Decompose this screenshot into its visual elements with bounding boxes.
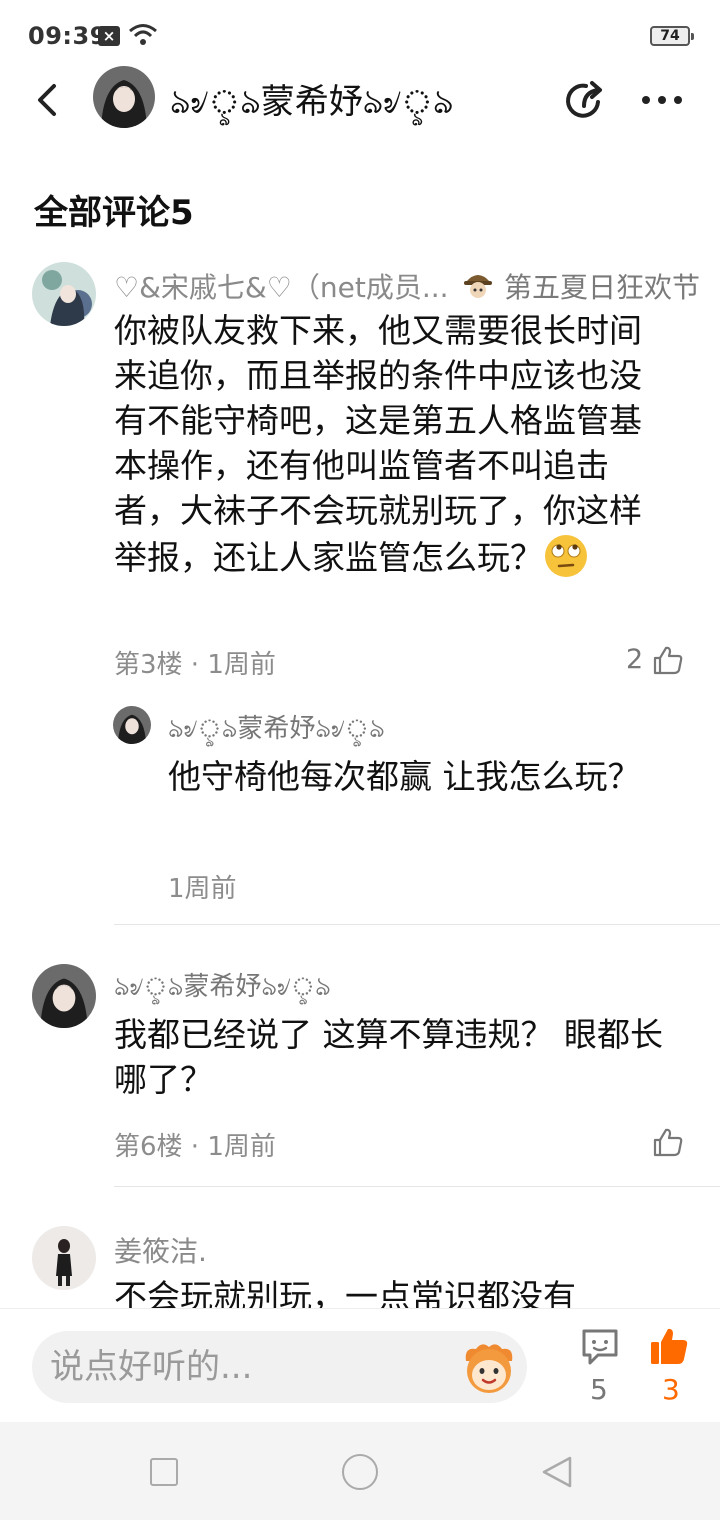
home-icon[interactable]	[342, 1454, 378, 1490]
more-icon[interactable]	[638, 82, 686, 118]
avatar[interactable]	[113, 706, 151, 744]
battery-icon: 74	[650, 26, 694, 46]
comment-text: 不会玩就别玩，一点常识都没有	[114, 1277, 576, 1308]
back-icon[interactable]	[30, 80, 66, 120]
system-nav-bar	[0, 1422, 720, 1520]
wifi-icon	[129, 24, 157, 45]
badge-icon	[464, 275, 492, 298]
comment-username[interactable]: ঌ৶ৢঌ蒙希妤ঌ৶ৢঌ	[114, 966, 331, 1010]
header: ঌ৶ৢঌ蒙希妤ঌ৶ৢঌ	[0, 60, 720, 140]
status-time: 09:39	[28, 22, 107, 50]
avatar[interactable]	[32, 964, 96, 1028]
header-username[interactable]: ঌ৶ৢঌ蒙希妤ঌ৶ৢঌ	[170, 74, 453, 133]
like-icon[interactable]	[652, 1126, 684, 1158]
like-count: 2	[626, 644, 644, 675]
comment-meta: 第3楼 · 1周前	[114, 650, 276, 680]
comment-text: 我都已经说了 这算不算违规？ 眼都长哪了？	[114, 1015, 663, 1099]
like-icon[interactable]	[652, 644, 684, 676]
notification-icon: ×	[98, 26, 120, 46]
section-title: 全部评论5	[34, 193, 194, 233]
avatar[interactable]	[32, 1226, 96, 1290]
comment-input[interactable]	[32, 1331, 527, 1403]
comment-text: 你被队友救下来，他又需要很长时间来追你，而且举报的条件中应该也没有不能守椅吧，这…	[114, 311, 642, 577]
divider	[114, 1186, 720, 1187]
like-count: 3	[662, 1373, 680, 1406]
divider	[114, 924, 720, 925]
share-icon[interactable]	[562, 78, 606, 122]
comment-count: 5	[590, 1373, 608, 1406]
back-nav-icon[interactable]	[540, 1454, 574, 1490]
like-filled-icon[interactable]	[648, 1325, 690, 1367]
eye-roll-emoji-icon	[545, 535, 587, 577]
comment-icon[interactable]	[578, 1325, 622, 1369]
comment-bar: 5 3	[0, 1308, 720, 1422]
reply-username[interactable]: ঌ৶ৢঌ蒙希妤ঌ৶ৢঌ	[168, 708, 385, 752]
emoji-icon[interactable]	[460, 1339, 518, 1397]
avatar[interactable]	[93, 66, 155, 128]
recent-apps-icon[interactable]	[150, 1458, 178, 1486]
event-badge[interactable]: 第五夏日狂欢节	[504, 266, 700, 306]
comment-username[interactable]: ♡&宋戚七&♡（net成员...	[114, 266, 449, 306]
avatar[interactable]	[32, 262, 96, 326]
reply-text: 他守椅他每次都赢 让我怎么玩？	[168, 757, 641, 796]
comment-meta: 第6楼 · 1周前	[114, 1132, 276, 1162]
reply-meta: 1周前	[168, 874, 237, 904]
comment-username[interactable]: 姜筱洁.	[114, 1230, 207, 1270]
